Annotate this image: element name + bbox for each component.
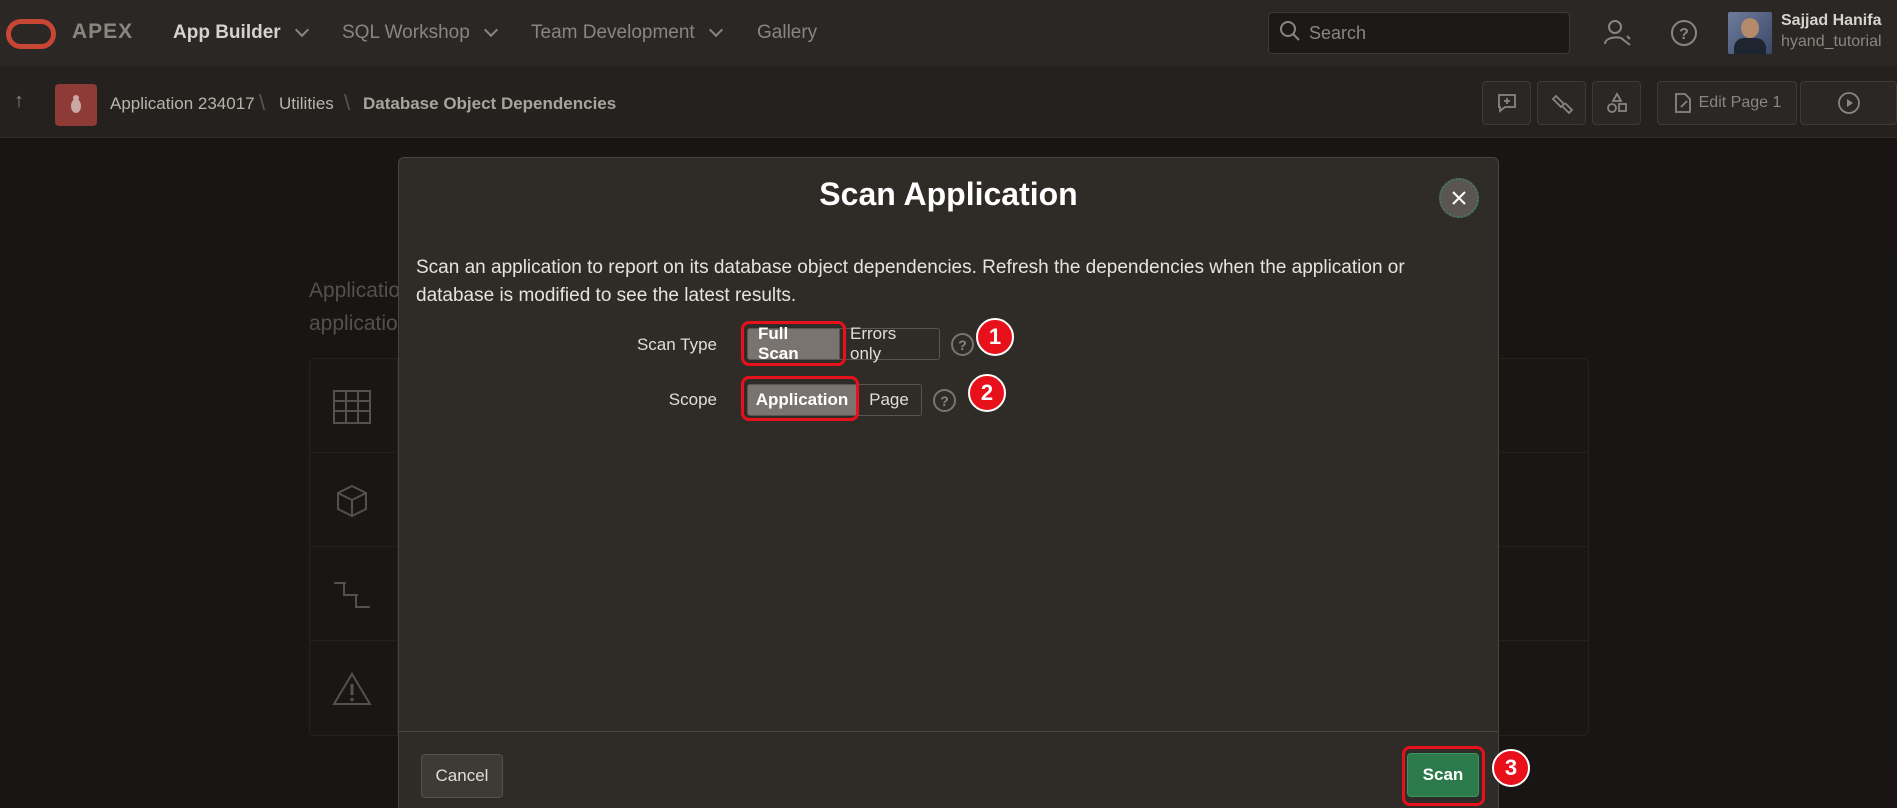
user-name[interactable]: Sajjad Hanifa [1781, 12, 1881, 30]
page-title: Database Object Dependencies [363, 94, 617, 113]
search-icon [1279, 20, 1301, 47]
close-icon [1452, 191, 1466, 205]
flashlight-icon [1551, 94, 1573, 115]
nav-sql-workshop-label: SQL Workshop [342, 22, 470, 43]
search-field[interactable] [1268, 12, 1570, 54]
dialog-description: Scan an application to report on its dat… [416, 257, 1405, 306]
step-marker: 3 [1492, 749, 1530, 787]
help-icon[interactable]: ? [1667, 16, 1701, 50]
play-icon [1837, 92, 1860, 114]
user-workspace[interactable]: hyand_tutorial [1781, 33, 1882, 51]
nav-app-builder-label: App Builder [173, 22, 281, 43]
page-edit-icon [1674, 93, 1691, 113]
top-navigation-bar: APEX App Builder SQL Workshop Team Devel… [0, 0, 1897, 66]
shapes-icon [1606, 92, 1627, 113]
breadcrumb-separator: \ [344, 90, 351, 115]
nav-gallery-label: Gallery [757, 22, 818, 43]
chevron-down-icon [708, 22, 723, 38]
highlight-box [741, 321, 846, 366]
breadcrumb-utilities[interactable]: Utilities [279, 94, 334, 114]
add-comment-button[interactable] [1482, 81, 1531, 125]
apex-brand[interactable]: APEX [72, 20, 133, 44]
close-button[interactable] [1439, 178, 1479, 218]
shared-components-button[interactable] [1592, 81, 1641, 125]
nav-sql-workshop[interactable]: SQL Workshop [342, 22, 498, 44]
application-icon[interactable] [55, 84, 97, 126]
comment-plus-icon [1497, 94, 1516, 113]
scope-page[interactable]: Page [857, 384, 922, 416]
breadcrumb-bar: ↑ Application 234017 \ Utilities \ Datab… [0, 66, 1897, 138]
chevron-down-icon [294, 22, 309, 38]
breadcrumb-application[interactable]: Application 234017 [110, 94, 255, 114]
run-page-button[interactable] [1800, 81, 1897, 125]
search-input[interactable] [1309, 22, 1549, 44]
step-marker: 1 [976, 318, 1014, 356]
highlight-box [741, 376, 859, 421]
scan-type-errors-only[interactable]: Errors only [840, 324, 940, 363]
debug-button[interactable] [1537, 81, 1586, 125]
edit-page-button[interactable]: Edit Page 1 [1657, 81, 1797, 125]
chevron-down-icon [483, 22, 498, 38]
nav-team-development-label: Team Development [531, 22, 695, 43]
breadcrumb-separator: \ [259, 90, 266, 115]
scan-type-label: Scan Type [636, 335, 717, 354]
svg-text:?: ? [1679, 26, 1689, 43]
cancel-button[interactable]: Cancel [421, 754, 503, 798]
admin-user-icon[interactable] [1601, 16, 1635, 50]
nav-gallery[interactable]: Gallery [757, 22, 817, 44]
scan-button[interactable]: Scan [1407, 753, 1479, 797]
dialog-title: Scan Application [819, 176, 1078, 212]
avatar[interactable] [1728, 12, 1772, 54]
scan-application-dialog: Scan Application Scan an application to … [398, 157, 1530, 808]
dialog-footer: Cancel Scan 3 [399, 731, 1530, 808]
edit-page-label: Edit Page 1 [1698, 94, 1782, 111]
oracle-logo[interactable] [6, 19, 56, 49]
nav-team-development[interactable]: Team Development [531, 22, 723, 44]
scan-type-help-icon[interactable]: ? [951, 333, 974, 356]
up-arrow-icon[interactable]: ↑ [14, 90, 24, 113]
scope-help-icon[interactable]: ? [933, 389, 956, 412]
step-marker: 2 [968, 374, 1006, 412]
nav-app-builder[interactable]: App Builder [173, 22, 309, 44]
scope-label: Scope [668, 390, 717, 409]
